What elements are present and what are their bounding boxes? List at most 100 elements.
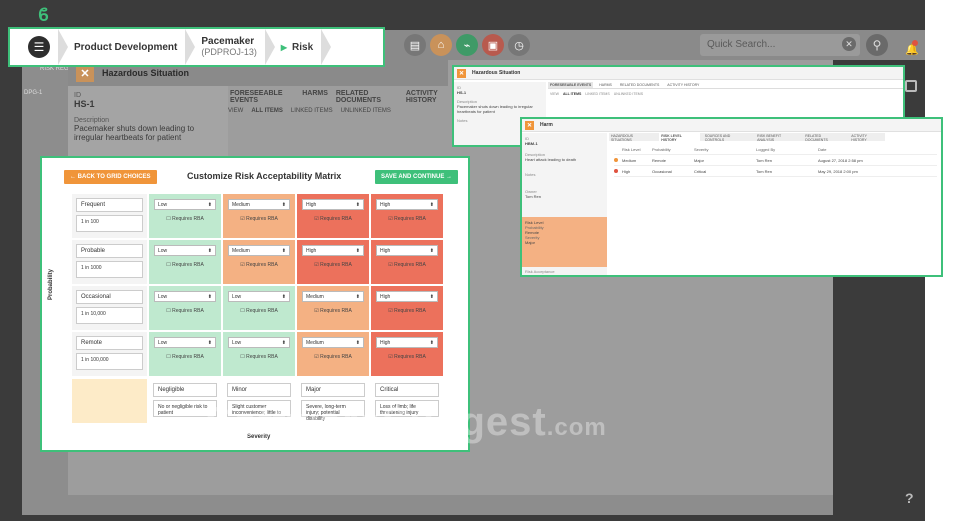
requires-rba-checkbox[interactable]: ☐ Requires RBA <box>154 354 216 360</box>
risk-level-select[interactable]: High ⬍ <box>376 337 438 348</box>
subtab-all-items[interactable]: ALL ITEMS <box>251 108 283 114</box>
risk-level-value: Low <box>158 202 168 208</box>
requires-rba-label: Requires RBA <box>394 216 426 222</box>
probability-desc-field[interactable]: 1 in 100,000 <box>76 353 143 370</box>
risk-level-select[interactable]: Medium ⬍ <box>302 291 364 302</box>
subtab-linked-items[interactable]: LINKED ITEMS <box>291 108 333 114</box>
requires-rba-checkbox[interactable]: ☐ Requires RBA <box>154 308 216 314</box>
subtab-all-items[interactable]: ALL ITEMS <box>563 92 581 96</box>
search-input[interactable]: Quick Search... <box>700 34 860 56</box>
tab-related-documents[interactable]: RELATED DOCUMENTS <box>618 82 661 88</box>
risk-level-select[interactable]: Low ⬍ <box>154 245 216 256</box>
probability-desc-field[interactable]: 1 in 10,000 <box>76 307 143 324</box>
tab-foreseeable-events[interactable]: FORESEEABLE EVENTS <box>548 82 594 88</box>
requires-rba-label: Requires RBA <box>172 354 204 360</box>
requires-rba-checkbox[interactable]: ☑ Requires RBA <box>302 262 364 268</box>
requires-rba-label: Requires RBA <box>246 308 278 314</box>
window-tabs: FORESEEABLE EVENTS HARMS RELATED DOCUMEN… <box>548 82 903 89</box>
tab-harms[interactable]: HARMS <box>597 82 614 88</box>
close-icon[interactable]: ✕ <box>525 121 534 130</box>
clear-search-icon[interactable]: ✕ <box>842 37 856 51</box>
tab-hazardous-situations[interactable]: HAZARDOUS SITUATIONS <box>609 133 656 142</box>
probability-name-field[interactable]: Remote <box>76 336 143 350</box>
tab-activity-history[interactable]: ACTIVITY HISTORY <box>665 82 701 88</box>
table-row[interactable]: High Occasional Critical Tom Ren May 29,… <box>614 166 937 177</box>
breadcrumb-pacemaker[interactable]: Pacemaker (PDPROJ-13) <box>201 36 257 58</box>
matrix-cell: Low ⬍ ☐ Requires RBA <box>149 286 221 330</box>
probability-name-field[interactable]: Occasional <box>76 290 143 304</box>
requires-rba-label: Requires RBA <box>246 216 278 222</box>
risk-level-select[interactable]: High ⬍ <box>376 199 438 210</box>
risk-level-select[interactable]: High ⬍ <box>302 199 364 210</box>
chart-icon[interactable]: ⌁ <box>456 34 478 56</box>
risk-level-select[interactable]: Low ⬍ <box>228 291 290 302</box>
requires-rba-checkbox[interactable]: ☑ Requires RBA <box>376 354 438 360</box>
requires-rba-checkbox[interactable]: ☐ Requires RBA <box>228 354 290 360</box>
risk-level-select[interactable]: Low ⬍ <box>228 337 290 348</box>
breadcrumb-risk[interactable]: ▶ Risk <box>281 42 313 53</box>
lock-icon[interactable]: ▣ <box>482 34 504 56</box>
risk-level-select[interactable]: High ⬍ <box>376 245 438 256</box>
search-icon[interactable]: ⚲ <box>866 34 888 56</box>
requires-rba-checkbox[interactable]: ☑ Requires RBA <box>302 354 364 360</box>
probability-row-header: Frequent 1 in 100 <box>72 194 147 238</box>
save-and-continue-button[interactable]: SAVE AND CONTINUE → <box>375 170 459 184</box>
tab-related-documents[interactable]: RELATED DOCUMENTS <box>336 90 398 104</box>
tab-risk-benefit-analysis[interactable]: RISK BENEFIT ANALYSIS <box>755 133 800 142</box>
requires-rba-checkbox[interactable]: ☐ Requires RBA <box>228 308 290 314</box>
breadcrumb-product-development[interactable]: Product Development <box>74 42 177 53</box>
risk-level-select[interactable]: High ⬍ <box>302 245 364 256</box>
tab-activity-history[interactable]: ACTIVITY HISTORY <box>849 133 885 142</box>
severity-name-field[interactable]: Major <box>301 383 365 397</box>
risk-level-select[interactable]: High ⬍ <box>376 291 438 302</box>
probability-cell: Remote <box>652 157 667 163</box>
tab-activity-history[interactable]: ACTIVITY HISTORY <box>406 90 456 104</box>
table-row[interactable]: Medium Remote Major Tom Ren August 27, 2… <box>614 155 937 166</box>
close-icon[interactable]: ✕ <box>457 69 466 78</box>
menu-icon[interactable]: ☰ <box>28 36 50 58</box>
severity-name-field[interactable]: Minor <box>227 383 291 397</box>
probability-name-field[interactable]: Probable <box>76 244 143 258</box>
watermark: SoftwareSuggest.com <box>205 400 607 445</box>
risk-level-select[interactable]: Medium ⬍ <box>228 199 290 210</box>
tab-harms[interactable]: HARMS <box>302 90 328 98</box>
requires-rba-checkbox[interactable]: ☑ Requires RBA <box>228 262 290 268</box>
subtab-unlinked-items[interactable]: UNLINKED ITEMS <box>341 108 391 114</box>
risk-level-select[interactable]: Medium ⬍ <box>302 337 364 348</box>
tab-risk-level-history[interactable]: RISK LEVEL HISTORY <box>659 133 700 142</box>
select-arrow-icon: ⬍ <box>207 248 212 254</box>
history-icon[interactable]: ◷ <box>508 34 530 56</box>
probability-desc-field[interactable]: 1 in 1000 <box>76 261 143 278</box>
app-logo-icon[interactable]: ϐ <box>38 5 52 25</box>
tab-sources-and-controls[interactable]: SOURCES AND CONTROLS <box>703 133 752 142</box>
severity-name-field[interactable]: Critical <box>375 383 439 397</box>
subtab-unlinked-items[interactable]: UNLINKED ITEMS <box>614 92 643 96</box>
tab-foreseeable-events[interactable]: FORESEEABLE EVENTS <box>230 90 294 104</box>
subtab-linked-items[interactable]: LINKED ITEMS <box>585 92 609 96</box>
risk-level-select[interactable]: Medium ⬍ <box>228 245 290 256</box>
back-to-grid-button[interactable]: ← BACK TO GRID CHOICES <box>64 170 157 184</box>
document-icon[interactable]: ▤ <box>404 34 426 56</box>
severity-name-field[interactable]: Negligible <box>153 383 217 397</box>
probability-name-field[interactable]: Frequent <box>76 198 143 212</box>
risk-level-select[interactable]: Low ⬍ <box>154 199 216 210</box>
help-icon[interactable]: ? <box>905 490 914 506</box>
requires-rba-checkbox[interactable]: ☑ Requires RBA <box>228 216 290 222</box>
risk-level-panel: Risk Level Probability Remote Severity M… <box>522 217 607 267</box>
requires-rba-checkbox[interactable]: ☑ Requires RBA <box>302 216 364 222</box>
requires-rba-checkbox[interactable]: ☑ Requires RBA <box>376 262 438 268</box>
checkbox-icon[interactable] <box>905 80 917 92</box>
home-icon[interactable]: ⌂ <box>430 34 452 56</box>
requires-rba-checkbox[interactable]: ☐ Requires RBA <box>154 262 216 268</box>
requires-rba-checkbox[interactable]: ☑ Requires RBA <box>302 308 364 314</box>
risk-level-select[interactable]: Low ⬍ <box>154 337 216 348</box>
probability-desc-field[interactable]: 1 in 100 <box>76 215 143 232</box>
matrix-grid: Frequent 1 in 100 Low ⬍ ☐ Requires RBA Medium… <box>72 194 443 424</box>
matrix-cell: Medium ⬍ ☑ Requires RBA <box>223 240 295 284</box>
requires-rba-checkbox[interactable]: ☑ Requires RBA <box>376 308 438 314</box>
matrix-cell: High ⬍ ☑ Requires RBA <box>371 240 443 284</box>
tab-related-documents[interactable]: RELATED DOCUMENTS <box>803 133 846 142</box>
risk-level-select[interactable]: Low ⬍ <box>154 291 216 302</box>
requires-rba-checkbox[interactable]: ☐ Requires RBA <box>154 216 216 222</box>
requires-rba-checkbox[interactable]: ☑ Requires RBA <box>376 216 438 222</box>
